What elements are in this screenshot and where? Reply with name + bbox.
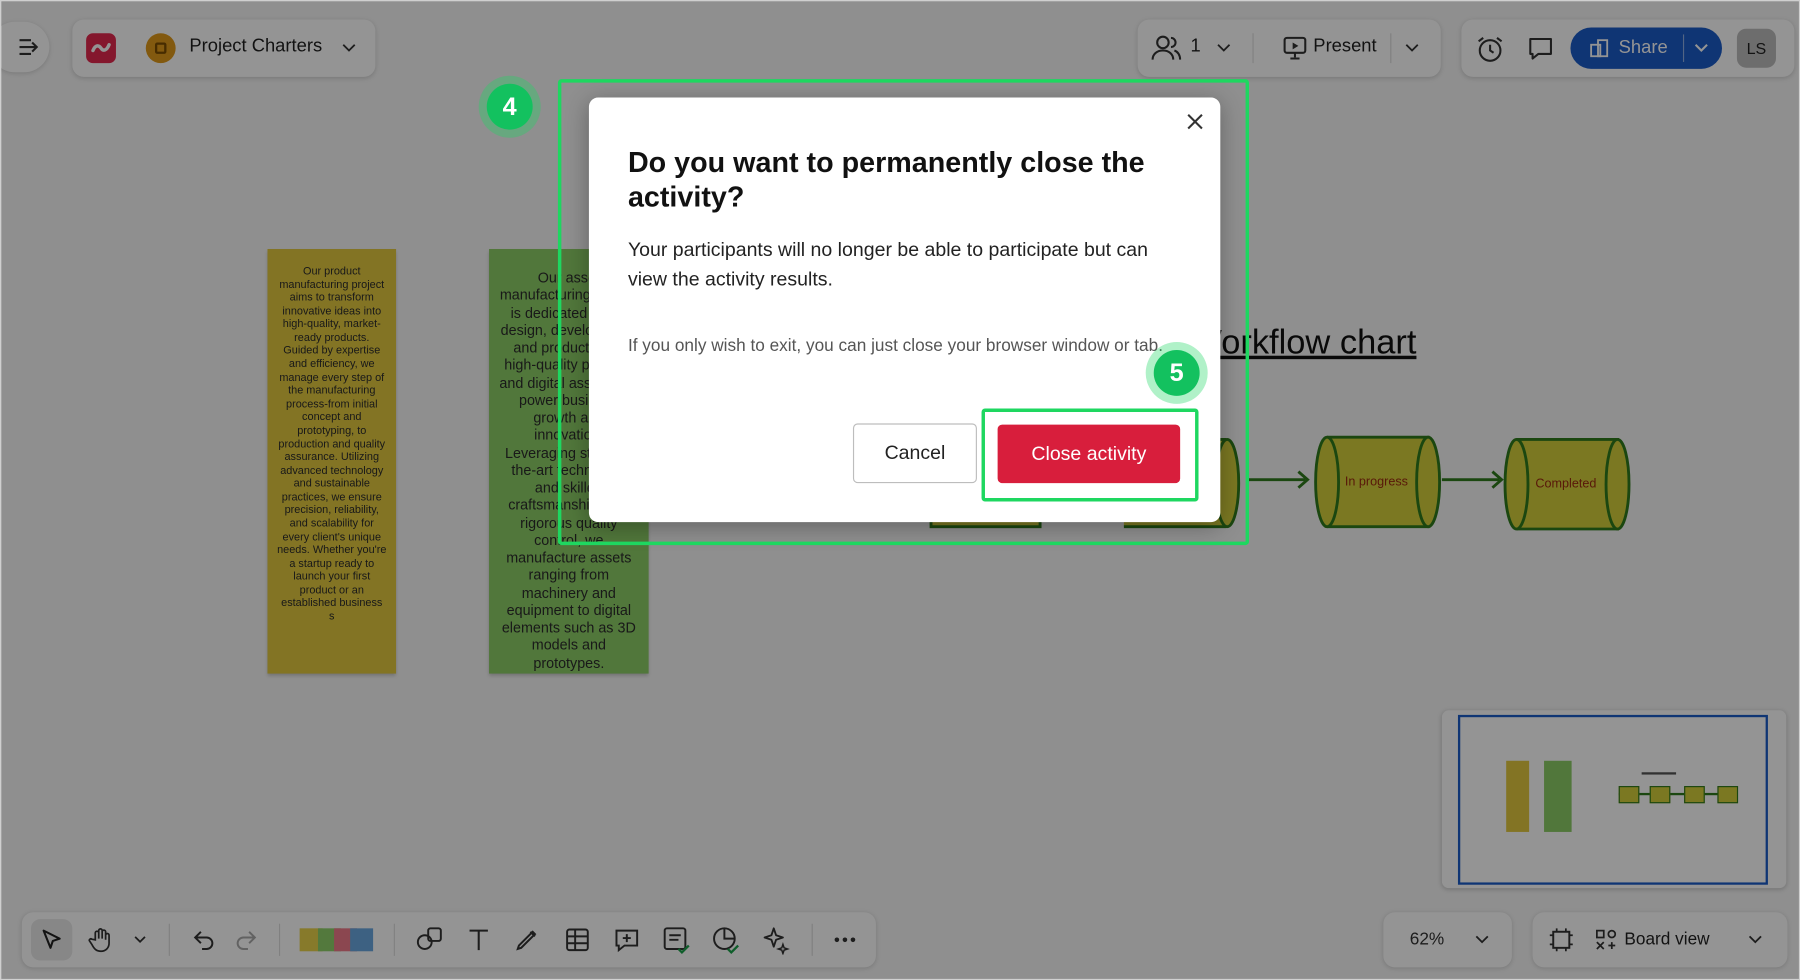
step-badge-4: 4: [486, 83, 533, 130]
step-badge-5: 5: [1153, 349, 1200, 396]
board-canvas[interactable]: Project Charters 1 Present Share LS Our …: [0, 0, 1800, 980]
highlight-close-activity-button: [981, 408, 1199, 502]
